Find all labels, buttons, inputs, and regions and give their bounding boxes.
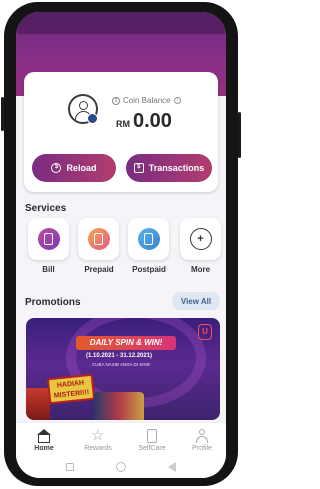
phone-frame: $ Coin Balance ? RM 0.00 $ Reload $ Tran… — [1, 2, 241, 486]
tab-home-label: Home — [34, 445, 54, 452]
info-icon[interactable]: ? — [173, 97, 181, 104]
tab-rewards[interactable]: ☆ Rewards — [72, 427, 124, 452]
service-label-postpaid: Postpaid — [132, 265, 166, 274]
tab-home[interactable]: Home — [18, 429, 70, 452]
tab-selfcare[interactable]: SelfCare — [126, 429, 178, 452]
service-bill-button[interactable] — [28, 218, 69, 260]
brand-logo-icon: U — [198, 324, 212, 340]
balance-amount: RM 0.00 — [116, 110, 172, 133]
tab-rewards-label: Rewards — [84, 445, 112, 452]
promotions-title: Promotions — [25, 297, 81, 308]
reload-icon: $ — [51, 163, 62, 173]
recents-icon[interactable] — [66, 463, 74, 471]
profile-icon — [195, 429, 209, 443]
balance-currency: RM — [116, 119, 130, 129]
star-icon: ☆ — [91, 427, 105, 444]
plus-icon: + — [189, 228, 212, 250]
balance-card: $ Coin Balance ? RM 0.00 $ Reload $ Tran… — [24, 72, 218, 192]
postpaid-phone-icon — [137, 228, 160, 250]
phone-card-icon — [145, 429, 159, 443]
banner-badge: HADIAH MISTERI!!! — [46, 373, 96, 405]
avatar-head — [79, 101, 88, 110]
avatar[interactable] — [68, 94, 98, 124]
back-icon[interactable] — [168, 462, 176, 472]
coin-icon: $ — [112, 96, 120, 105]
reload-button[interactable]: $ Reload — [32, 154, 116, 182]
prize-items-image — [94, 392, 144, 420]
home-nav-icon[interactable] — [116, 462, 126, 472]
home-icon — [37, 429, 51, 443]
transactions-icon: $ — [133, 163, 144, 173]
reload-button-label: Reload — [66, 163, 97, 173]
tab-profile[interactable]: Profile — [176, 429, 226, 452]
prepaid-sim-icon — [87, 228, 110, 250]
promotion-banner[interactable]: U DAILY SPIN & WIN! (1.10.2021 - 31.12.2… — [26, 318, 220, 420]
tab-selfcare-label: SelfCare — [138, 445, 166, 452]
service-label-bill: Bill — [42, 265, 55, 274]
prize-image — [26, 388, 50, 420]
bill-icon — [37, 228, 60, 250]
services-title: Services — [25, 203, 67, 214]
service-more-button[interactable]: + — [180, 218, 221, 260]
tab-profile-label: Profile — [192, 445, 212, 452]
service-postpaid-button[interactable] — [128, 218, 169, 260]
service-label-prepaid: Prepaid — [84, 265, 114, 274]
banner-subtitle: CUBA NASIB ANDA DI SINI!! — [92, 362, 151, 367]
service-label-more: More — [190, 265, 211, 274]
avatar-badge-icon — [87, 113, 98, 124]
banner-headline: DAILY SPIN & WIN! — [76, 336, 176, 350]
service-prepaid-button[interactable] — [78, 218, 119, 260]
banner-dates: (1.10.2021 - 31.12.2021) — [86, 353, 153, 359]
transactions-button[interactable]: $ Transactions — [126, 154, 212, 182]
balance-value: 0.00 — [133, 110, 172, 132]
app-screen: $ Coin Balance ? RM 0.00 $ Reload $ Tran… — [16, 12, 226, 478]
system-nav-bar — [16, 458, 226, 478]
transactions-button-label: Transactions — [148, 163, 205, 173]
status-bar — [16, 12, 226, 34]
view-all-button[interactable]: View All — [172, 292, 220, 310]
coin-balance-label: $ Coin Balance ? — [112, 96, 181, 105]
coin-balance-text: Coin Balance — [123, 96, 171, 105]
